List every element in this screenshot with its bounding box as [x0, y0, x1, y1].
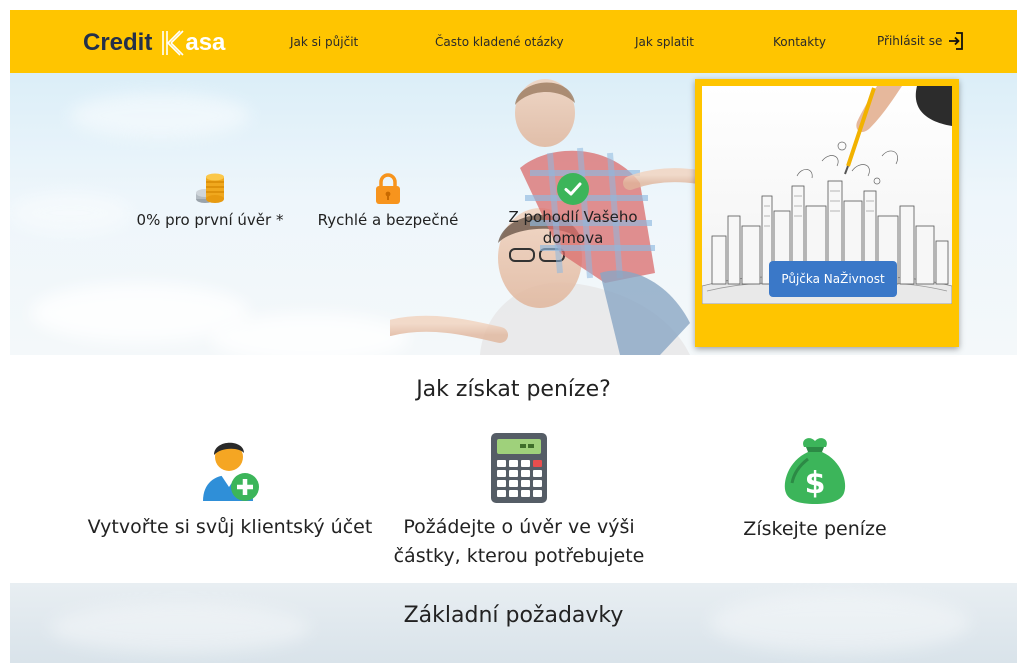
- how-section-title: Jak získat peníze?: [416, 377, 611, 402]
- logo-rest: asa: [185, 29, 226, 56]
- calculator-icon: [491, 433, 547, 503]
- feature-label: Rychlé a bezpečné: [317, 211, 459, 229]
- login-label: Přihlásit se: [877, 34, 943, 48]
- step-label: Získejte peníze: [743, 518, 887, 540]
- top-nav: Credit asa Jak si půjčit Často kladené o…: [10, 10, 1017, 73]
- nav-item-how-to-borrow[interactable]: Jak si půjčit: [290, 35, 358, 49]
- step-label: Požádejte o úvěr ve výši částky, kterou …: [393, 516, 645, 567]
- sketch-city-image: Půjčka NaŽivnost: [702, 86, 952, 304]
- lock-icon: [376, 173, 400, 204]
- logo[interactable]: Credit asa: [83, 28, 225, 58]
- logo-k-icon: [162, 30, 184, 56]
- feature-first-loan-free: 0% pro první úvěr *: [115, 173, 305, 229]
- nav-item-contacts[interactable]: Kontakty: [773, 35, 826, 49]
- nav-item-how-to-repay[interactable]: Jak splatit: [635, 35, 694, 49]
- add-user-icon: [203, 442, 259, 501]
- requirements-section: Základní požadavky: [10, 583, 1017, 663]
- sign-in-icon: [949, 32, 964, 50]
- step-create-account: Vytvořte si svůj klientský účet: [80, 433, 380, 542]
- nav-item-faq[interactable]: Často kladené otázky: [435, 35, 564, 49]
- feature-label: 0% pro první úvěr *: [136, 211, 284, 229]
- feature-fast-secure: Rychlé a bezpečné: [308, 173, 468, 229]
- requirements-title: Základní požadavky: [403, 603, 624, 628]
- step-request-loan: Požádejte o úvěr ve výši částky, kterou …: [378, 433, 660, 571]
- svg-text:$: $: [805, 466, 826, 501]
- step-get-money: $ Získejte peníze: [700, 433, 930, 544]
- logo-word: Credit: [83, 29, 153, 56]
- promo-card: Půjčka NaŽivnost: [695, 79, 959, 347]
- check-icon: [557, 173, 589, 205]
- money-bag-icon: $: [784, 438, 846, 504]
- coins-icon: [196, 173, 224, 203]
- loan-business-button[interactable]: Půjčka NaŽivnost: [769, 261, 897, 297]
- step-label: Vytvořte si svůj klientský účet: [87, 516, 373, 538]
- feature-from-home: Z pohodlí Vašeho domova: [498, 173, 648, 249]
- feature-label: Z pohodlí Vašeho domova: [508, 208, 638, 247]
- login-button[interactable]: Přihlásit se: [877, 32, 964, 50]
